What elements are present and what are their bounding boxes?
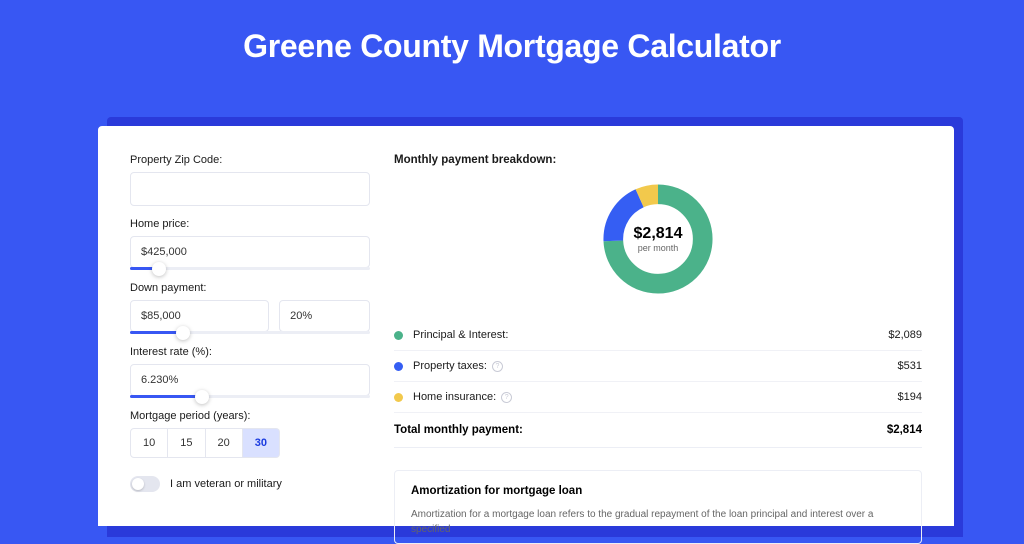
down-payment-group: Down payment: [130,282,370,334]
donut-center: $2,814 per month [599,180,717,298]
amortization-title: Amortization for mortgage loan [411,485,905,497]
legend-value: $194 [898,391,922,403]
interest-rate-input[interactable] [130,364,370,396]
home-price-input[interactable] [130,236,370,268]
toggle-knob [132,478,144,490]
mortgage-period-group: Mortgage period (years): 10 15 20 30 [130,410,370,458]
zip-input[interactable] [130,172,370,206]
down-payment-label: Down payment: [130,282,370,294]
zip-group: Property Zip Code: [130,154,370,206]
legend-item-insurance: Home insurance: ? $194 [394,382,922,413]
legend-name: Property taxes: ? [413,360,898,372]
home-price-group: Home price: [130,218,370,270]
donut-amount: $2,814 [634,225,683,243]
period-30-button[interactable]: 30 [243,428,280,458]
down-payment-input[interactable] [130,300,269,332]
slider-handle[interactable] [195,390,209,404]
veteran-toggle[interactable] [130,476,160,492]
legend-name: Principal & Interest: [413,329,888,341]
donut-chart: $2,814 per month [599,180,717,298]
breakdown-column: Monthly payment breakdown: $2,814 per mo… [394,154,922,526]
page-title: Greene County Mortgage Calculator [0,0,1024,87]
legend-value: $531 [898,360,922,372]
donut-chart-wrap: $2,814 per month [394,180,922,298]
legend-item-taxes: Property taxes: ? $531 [394,351,922,382]
veteran-row: I am veteran or military [130,476,370,492]
period-10-button[interactable]: 10 [130,428,168,458]
total-label: Total monthly payment: [394,424,887,436]
period-20-button[interactable]: 20 [206,428,243,458]
total-row: Total monthly payment: $2,814 [394,413,922,448]
info-icon[interactable]: ? [501,392,512,403]
legend-value: $2,089 [888,329,922,341]
amortization-box: Amortization for mortgage loan Amortizat… [394,470,922,544]
form-column: Property Zip Code: Home price: Down paym… [130,154,370,526]
calculator-card: Property Zip Code: Home price: Down paym… [98,126,954,526]
slider-handle[interactable] [176,326,190,340]
interest-rate-group: Interest rate (%): [130,346,370,398]
veteran-label: I am veteran or military [170,478,282,490]
breakdown-title: Monthly payment breakdown: [394,154,922,166]
home-price-slider[interactable] [130,267,370,270]
mortgage-period-label: Mortgage period (years): [130,410,370,422]
legend-name: Home insurance: ? [413,391,898,403]
dot-icon [394,362,403,371]
period-15-button[interactable]: 15 [168,428,205,458]
zip-label: Property Zip Code: [130,154,370,166]
interest-rate-slider[interactable] [130,395,370,398]
dot-icon [394,331,403,340]
slider-handle[interactable] [152,262,166,276]
total-value: $2,814 [887,424,922,436]
legend-item-principal: Principal & Interest: $2,089 [394,320,922,351]
dot-icon [394,393,403,402]
down-payment-pct-input[interactable] [279,300,370,332]
period-buttons: 10 15 20 30 [130,428,370,458]
interest-rate-label: Interest rate (%): [130,346,370,358]
down-payment-slider[interactable] [130,331,370,334]
home-price-label: Home price: [130,218,370,230]
info-icon[interactable]: ? [492,361,503,372]
donut-caption: per month [638,243,679,253]
